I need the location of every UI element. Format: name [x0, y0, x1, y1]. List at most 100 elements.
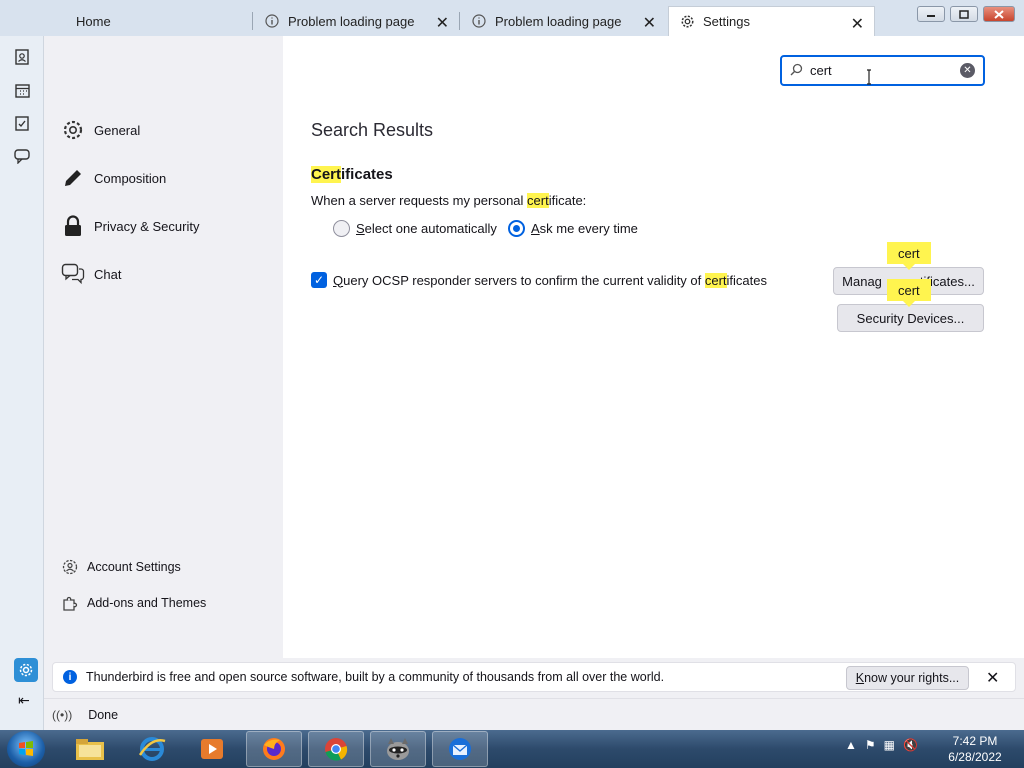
settings-sidebar: General Composition Privacy & Security C… — [45, 36, 283, 658]
tab-label: Settings — [703, 14, 750, 29]
sidebar-item-label: General — [94, 122, 141, 138]
calendar-icon[interactable] — [12, 80, 32, 100]
chat-icon — [61, 262, 85, 286]
thunderbird-icon[interactable] — [432, 731, 488, 767]
pencil-icon — [61, 166, 85, 190]
windows-taskbar: ▲ ⚑ ▦ 🔇 7:42 PM 6/28/2022 — [0, 730, 1024, 768]
firefox-icon[interactable] — [246, 731, 302, 767]
tab-separator — [459, 12, 460, 30]
mnemonic: K — [855, 671, 865, 685]
tab-problem-loading-1[interactable]: Problem loading page ✕ — [254, 6, 459, 36]
checkbox-checked[interactable]: ✓ — [311, 272, 327, 288]
account-settings-icon — [61, 558, 79, 576]
tab-settings[interactable]: Settings ✕ — [668, 6, 875, 36]
gear-icon — [679, 14, 695, 30]
sidebar-footer-label: Account Settings — [87, 560, 181, 574]
button-label-left: Manag — [842, 273, 882, 289]
settings-search-box[interactable]: ✕ — [780, 55, 985, 86]
radio-button-selected[interactable] — [508, 219, 525, 237]
sidebar-item-general[interactable]: General — [61, 115, 140, 145]
sidebar-item-composition[interactable]: Composition — [61, 163, 166, 193]
heading-text: ificates — [341, 166, 393, 183]
gear-icon — [61, 118, 85, 142]
lock-icon — [61, 214, 85, 238]
label-text: When a server requests my personal — [311, 193, 528, 208]
chrome-icon[interactable] — [308, 731, 364, 767]
know-your-rights-button[interactable]: Know your rights... — [846, 666, 969, 690]
volume-muted-icon[interactable]: 🔇 — [903, 738, 918, 752]
button-label: now your rights... — [864, 671, 960, 685]
close-icon[interactable]: ✕ — [851, 14, 864, 34]
sidebar-addons-themes[interactable]: Add-ons and Themes — [61, 592, 206, 614]
certificates-heading: Certificates — [311, 166, 393, 183]
security-devices-button[interactable]: Security Devices... — [837, 304, 984, 332]
minimize-button[interactable] — [917, 6, 945, 22]
sidebar-item-label: Composition — [94, 170, 167, 186]
start-button[interactable] — [7, 731, 45, 767]
info-icon — [471, 13, 487, 29]
settings-space-icon[interactable] — [14, 658, 38, 682]
chat-space-icon[interactable] — [12, 146, 32, 166]
raccoon-app-icon[interactable] — [370, 731, 426, 767]
sidebar-item-privacy-security[interactable]: Privacy & Security — [61, 211, 199, 241]
search-highlight: cert — [527, 193, 549, 208]
search-tooltip-bubble: cert — [887, 279, 931, 307]
internet-explorer-icon[interactable] — [124, 731, 180, 767]
mnemonic: S — [356, 220, 365, 236]
collapse-spaces-icon[interactable]: ⇤ — [18, 692, 30, 709]
show-hidden-icons-icon[interactable]: ▲ — [845, 738, 857, 752]
action-center-flag-icon[interactable]: ⚑ — [865, 738, 876, 752]
media-player-icon[interactable] — [184, 731, 240, 767]
search-results-heading: Search Results — [311, 120, 434, 140]
taskbar-clock[interactable]: 7:42 PM 6/28/2022 — [940, 733, 1010, 765]
search-icon — [790, 63, 804, 79]
system-tray: ▲ ⚑ ▦ 🔇 — [845, 738, 918, 752]
sidebar-item-label: Chat — [94, 266, 122, 282]
search-highlight: Cert — [311, 166, 342, 183]
tab-problem-loading-2[interactable]: Problem loading page ✕ — [461, 6, 666, 36]
info-icon: i — [63, 670, 77, 684]
label-text: uery OCSP responder servers to confirm t… — [343, 272, 705, 288]
close-icon[interactable]: ✕ — [436, 13, 449, 33]
status-text: Done — [88, 707, 119, 722]
search-tooltip-bubble: cert — [887, 242, 931, 270]
sidebar-footer-label: Add-ons and Themes — [87, 596, 207, 610]
window-close-button[interactable] — [983, 6, 1015, 22]
mnemonic: A — [531, 220, 540, 236]
tasks-icon[interactable] — [12, 113, 32, 133]
radio-label: Ask me every time — [531, 221, 638, 236]
sidebar-account-settings[interactable]: Account Settings — [61, 556, 181, 578]
puzzle-icon — [61, 594, 79, 612]
notification-bar: i Thunderbird is free and open source so… — [52, 662, 1016, 692]
online-status-icon[interactable]: ((•)) — [52, 708, 72, 722]
ocsp-checkbox-row[interactable]: ✓ Query OCSP responder servers to confir… — [311, 271, 767, 289]
maximize-button[interactable] — [950, 6, 978, 22]
search-highlight: cert — [704, 272, 727, 288]
sidebar-item-chat[interactable]: Chat — [61, 259, 121, 289]
label-text: ificates — [726, 272, 768, 288]
tab-home[interactable]: Home — [66, 6, 252, 36]
close-icon[interactable]: ✕ — [643, 13, 656, 33]
radio-label-text: sk me every time — [539, 220, 638, 236]
search-input[interactable] — [810, 63, 960, 78]
tab-label: Home — [76, 13, 111, 29]
radio-label-text: elect one automatically — [364, 220, 497, 236]
text-cursor-icon — [866, 69, 871, 85]
radio-select-automatically[interactable]: Select one automatically — [333, 219, 497, 237]
info-icon — [264, 13, 280, 29]
sidebar-item-label: Privacy & Security — [94, 218, 200, 234]
tab-label: Problem loading page — [288, 13, 415, 29]
radio-button[interactable] — [333, 219, 350, 237]
close-icon[interactable]: ✕ — [986, 668, 999, 688]
address-book-icon[interactable] — [12, 47, 32, 67]
certificate-request-label: When a server requests my personal certi… — [311, 193, 586, 208]
checkbox-label: Query OCSP responder servers to confirm … — [333, 272, 768, 288]
settings-main-pane: ✕ Search Results Certificates When a ser… — [283, 36, 1024, 658]
status-bar: ((•)) Done — [44, 698, 1024, 730]
radio-ask-every-time[interactable]: Ask me every time — [508, 219, 638, 237]
file-explorer-icon[interactable] — [62, 731, 118, 767]
clock-time: 7:42 PM — [952, 734, 998, 748]
button-label: Security Devices... — [856, 310, 965, 326]
network-icon[interactable]: ▦ — [884, 738, 895, 752]
clear-search-icon[interactable]: ✕ — [960, 63, 975, 78]
